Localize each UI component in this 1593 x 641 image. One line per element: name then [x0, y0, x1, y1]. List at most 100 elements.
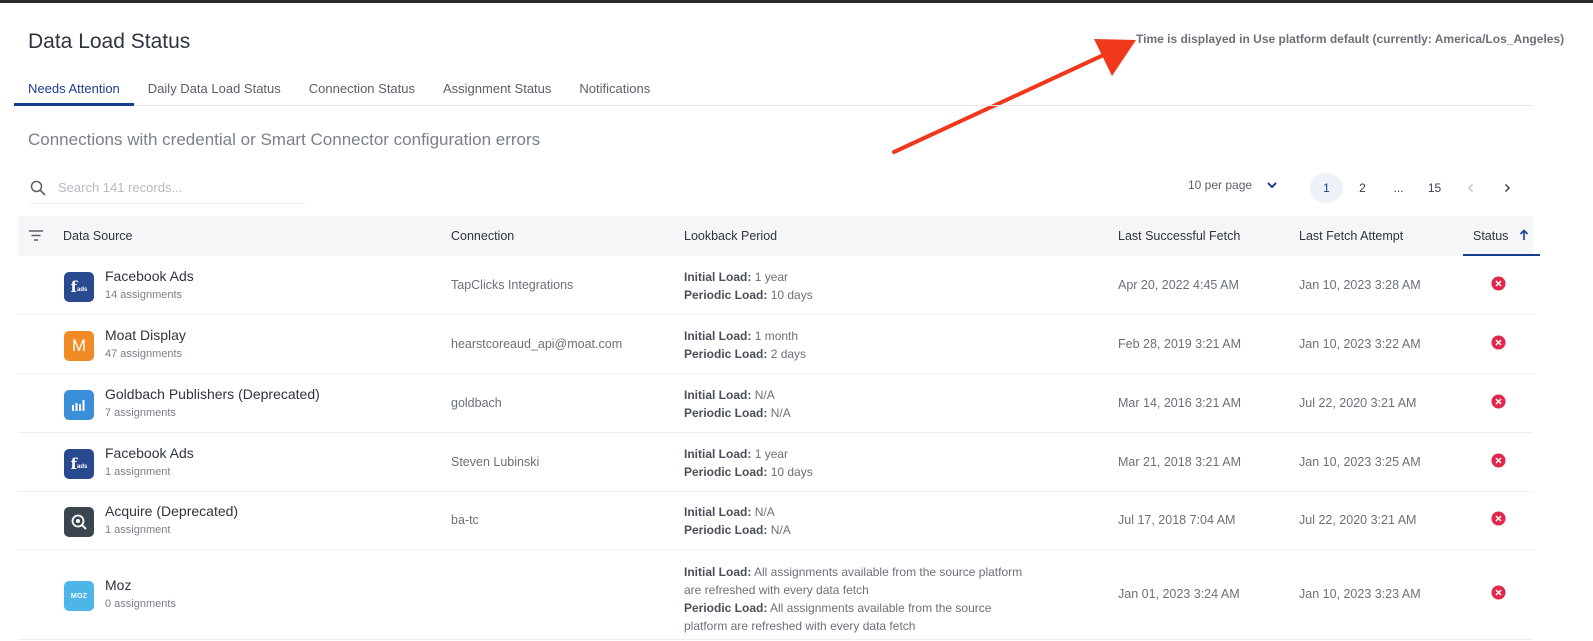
initial-load-line: Initial Load: 1 year	[684, 268, 1024, 286]
initial-load-value: 1 month	[754, 328, 799, 343]
tab-daily-data-load-status[interactable]: Daily Data Load Status	[134, 72, 295, 106]
table-body: f ads Facebook Ads 14 assignments TapClicks …	[18, 256, 1533, 640]
error-status-icon[interactable]	[1491, 334, 1506, 350]
data-source-name[interactable]: Moat Display	[105, 327, 186, 343]
last-successful-fetch: Mar 14, 2016 3:21 AM	[1118, 395, 1241, 410]
column-header-last-fetch-attempt[interactable]: Last Fetch Attempt	[1299, 216, 1403, 256]
data-source-name[interactable]: Facebook Ads	[105, 268, 194, 284]
filter-icon[interactable]	[28, 229, 44, 243]
periodic-load-line: Periodic Load: 2 days	[684, 345, 1024, 363]
per-page-select[interactable]: 10 per page	[1188, 178, 1278, 192]
table-row[interactable]: Goldbach Publishers (Deprecated) 7 assign…	[18, 374, 1533, 433]
data-source-logo-icon	[64, 507, 94, 537]
connection-name: Steven Lubinski	[451, 454, 540, 469]
error-status-icon[interactable]	[1491, 452, 1506, 468]
tab-connection-status[interactable]: Connection Status	[295, 72, 429, 106]
last-fetch-attempt: Jul 22, 2020 3:21 AM	[1299, 513, 1417, 527]
initial-load-label: Initial Load:	[684, 505, 752, 519]
last-successful-fetch: Jan 01, 2023 3:24 AM	[1118, 587, 1240, 601]
assignment-count: 0 assignments	[105, 598, 176, 610]
data-source-name[interactable]: Moz	[105, 577, 131, 593]
periodic-load-label: Periodic Load:	[684, 523, 768, 537]
column-header-connection[interactable]: Connection	[451, 216, 514, 256]
periodic-load-label: Periodic Load:	[684, 346, 768, 361]
table-header: Data Source Connection Lookback Period L…	[18, 216, 1540, 256]
data-source-logo-icon: f ads	[64, 271, 94, 302]
search-input[interactable]	[58, 180, 288, 195]
page-1-button[interactable]: 1	[1310, 173, 1343, 203]
periodic-load-label: Periodic Load:	[684, 464, 768, 479]
initial-load-label: Initial Load:	[684, 328, 752, 343]
initial-load-label: Initial Load:	[684, 446, 752, 461]
initial-load-value: 1 year	[754, 446, 789, 461]
column-header-lookback-period[interactable]: Lookback Period	[684, 216, 777, 256]
data-source-name[interactable]: Goldbach Publishers (Deprecated)	[105, 386, 320, 402]
periodic-load-line: Periodic Load: 10 days	[684, 286, 1024, 304]
periodic-load-line: Periodic Load: All assignments available…	[684, 599, 1024, 635]
connection-name: hearstcoreaud_api@moat.com	[451, 336, 623, 351]
tab-notifications[interactable]: Notifications	[565, 72, 664, 106]
connection-name: ba-tc	[451, 513, 479, 527]
status-header-label: Status	[1473, 229, 1509, 243]
initial-load-line: Initial Load: N/A	[684, 386, 1024, 404]
page-15-button[interactable]: 15	[1418, 173, 1451, 203]
timezone-note: Time is displayed in Use platform defaul…	[1136, 32, 1565, 46]
chevron-right-icon	[1504, 183, 1510, 193]
page-ellipsis: ...	[1393, 181, 1404, 195]
connection-name: goldbach	[451, 395, 502, 410]
error-status-icon[interactable]	[1491, 393, 1506, 409]
table-row[interactable]: M Moat Display 47 assignments hearstcoreaud…	[18, 315, 1533, 374]
assignment-count: 47 assignments	[105, 347, 183, 360]
tab-needs-attention[interactable]: Needs Attention	[14, 72, 134, 106]
table-row[interactable]: f ads Facebook Ads 1 assignment Steven Lubin…	[18, 433, 1533, 492]
last-successful-fetch: Apr 20, 2022 4:45 AM	[1118, 277, 1239, 292]
lookback-period: Initial Load: 1 year Periodic Load: 10 da…	[684, 268, 1024, 304]
initial-load-label: Initial Load:	[684, 387, 752, 402]
periodic-load-label: Periodic Load:	[684, 405, 768, 420]
data-source-name[interactable]: Facebook Ads	[105, 445, 194, 461]
periodic-load-label: Periodic Load:	[684, 287, 768, 302]
page-title: Data Load Status	[28, 30, 191, 53]
page-2-button[interactable]: 2	[1346, 173, 1379, 203]
periodic-load-label: Periodic Load:	[684, 601, 768, 615]
pagination: 1 2 ... 15	[1310, 173, 1526, 203]
initial-load-label: Initial Load:	[684, 565, 752, 579]
per-page-label: 10 per page	[1188, 178, 1253, 192]
assignment-count: 1 assignment	[105, 465, 171, 478]
prev-page-button[interactable]	[1454, 173, 1487, 203]
assignment-count: 7 assignments	[105, 406, 176, 419]
tab-bar: Needs Attention Daily Data Load Status C…	[14, 72, 1533, 106]
section-subtitle: Connections with credential or Smart Con…	[28, 130, 541, 149]
column-header-last-successful-fetch[interactable]: Last Successful Fetch	[1118, 216, 1240, 256]
data-source-logo-icon: MOZ	[64, 581, 94, 611]
tab-assignment-status[interactable]: Assignment Status	[429, 72, 565, 106]
initial-load-value: N/A	[754, 505, 775, 519]
last-successful-fetch: Jul 17, 2018 7:04 AM	[1118, 513, 1236, 527]
sort-ascending-icon	[1519, 229, 1528, 240]
periodic-load-value: 2 days	[770, 346, 807, 361]
last-fetch-attempt: Jan 10, 2023 3:28 AM	[1299, 277, 1421, 292]
next-page-button[interactable]	[1490, 173, 1523, 203]
column-header-status[interactable]: Status	[1463, 216, 1540, 256]
column-header-data-source[interactable]: Data Source	[63, 216, 132, 256]
table-row[interactable]: Acquire (Deprecated) 1 assignment ba-tc Ini…	[18, 492, 1533, 550]
table-row[interactable]: MOZ Moz 0 assignments Initial Load: All ass…	[18, 550, 1533, 640]
last-fetch-attempt: Jan 10, 2023 3:25 AM	[1299, 454, 1421, 469]
data-source-logo-icon	[64, 389, 94, 420]
initial-load-label: Initial Load:	[684, 269, 752, 284]
last-successful-fetch: Feb 28, 2019 3:21 AM	[1118, 336, 1242, 351]
search-bar	[30, 172, 305, 204]
last-fetch-attempt: Jan 10, 2023 3:23 AM	[1299, 587, 1421, 601]
lookback-period: Initial Load: 1 year Periodic Load: 10 da…	[684, 445, 1024, 481]
initial-load-line: Initial Load: 1 year	[684, 445, 1024, 463]
error-status-icon[interactable]	[1491, 585, 1506, 600]
last-successful-fetch: Mar 21, 2018 3:21 AM	[1118, 454, 1241, 469]
table-row[interactable]: f ads Facebook Ads 14 assignments TapClicks …	[18, 256, 1533, 315]
data-load-table: Data Source Connection Lookback Period L…	[18, 216, 1540, 640]
error-status-icon[interactable]	[1491, 511, 1506, 526]
data-source-name[interactable]: Acquire (Deprecated)	[105, 503, 238, 519]
connection-name: TapClicks Integrations	[451, 277, 574, 292]
error-status-icon[interactable]	[1491, 275, 1506, 291]
assignment-count: 1 assignment	[105, 524, 171, 536]
lookback-period: Initial Load: All assignments available …	[684, 563, 1024, 635]
